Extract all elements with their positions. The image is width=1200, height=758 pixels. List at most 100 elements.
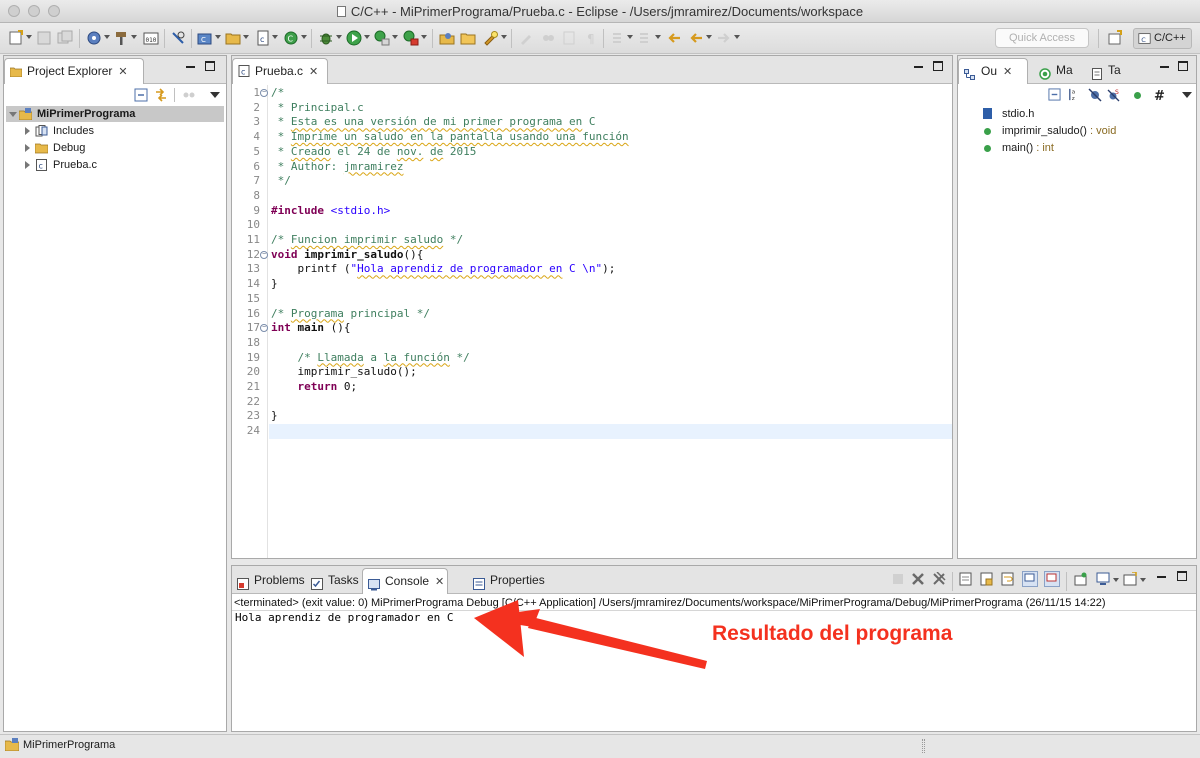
build-configurations-icon[interactable] bbox=[86, 30, 102, 46]
terminate-icon[interactable] bbox=[892, 573, 904, 585]
new-class-icon[interactable]: C bbox=[283, 30, 299, 46]
show-console-stdout-icon[interactable] bbox=[1022, 571, 1038, 587]
forward-dropdown-icon[interactable] bbox=[734, 35, 740, 39]
external-tools-dropdown-icon[interactable] bbox=[421, 35, 427, 39]
new-icon[interactable] bbox=[8, 30, 24, 46]
new-project-dropdown-icon[interactable] bbox=[215, 35, 221, 39]
build-dropdown-icon[interactable] bbox=[131, 35, 137, 39]
new-file-dropdown-icon[interactable] bbox=[272, 35, 278, 39]
word-wrap-icon[interactable] bbox=[1001, 572, 1015, 586]
block-selection-icon[interactable] bbox=[561, 30, 577, 46]
open-folder-icon[interactable] bbox=[460, 30, 476, 46]
collapsed-arrow-icon[interactable] bbox=[25, 161, 30, 169]
collapse-all-icon[interactable] bbox=[134, 88, 148, 102]
new-c-project-icon[interactable]: C bbox=[197, 30, 213, 46]
binary-icon[interactable]: 010 bbox=[143, 30, 159, 46]
view-menu-icon[interactable] bbox=[210, 92, 220, 98]
status-resize-handle[interactable] bbox=[922, 739, 925, 753]
tree-item[interactable]: MiPrimerPrograma bbox=[6, 106, 224, 122]
scroll-lock-icon[interactable] bbox=[980, 572, 994, 586]
close-tab-icon[interactable]: ✕ bbox=[309, 66, 318, 78]
pin-console-icon[interactable] bbox=[1074, 572, 1088, 586]
run-icon[interactable] bbox=[346, 30, 362, 46]
new-class-dropdown-icon[interactable] bbox=[301, 35, 307, 39]
external-tools-icon[interactable] bbox=[403, 30, 419, 46]
tab-properties[interactable]: Properties bbox=[468, 568, 548, 594]
forward-icon[interactable] bbox=[716, 30, 732, 46]
tab-console[interactable]: Console ✕ bbox=[362, 568, 448, 594]
previous-annotation-icon[interactable] bbox=[637, 30, 653, 46]
display-selected-console-icon[interactable] bbox=[1096, 572, 1110, 586]
open-type-icon[interactable] bbox=[439, 30, 455, 46]
hammer-build-icon[interactable] bbox=[113, 30, 129, 46]
hide-macros-icon[interactable]: # bbox=[1153, 88, 1167, 102]
tree-item[interactable]: c Prueba.c bbox=[6, 157, 224, 173]
tree-item[interactable]: Includes bbox=[6, 123, 224, 139]
c-cpp-perspective-button[interactable]: C C/C++ bbox=[1133, 28, 1192, 49]
remove-launch-icon[interactable] bbox=[911, 572, 925, 586]
outline-item[interactable]: main() : int bbox=[984, 140, 1054, 156]
tab-project-explorer[interactable]: Project Explorer ✕ bbox=[4, 58, 144, 84]
toggle-mark-icon[interactable] bbox=[540, 30, 556, 46]
tab-problems[interactable]: Problems bbox=[232, 568, 305, 594]
save-icon[interactable] bbox=[36, 30, 52, 46]
last-edit-location-icon[interactable] bbox=[666, 30, 682, 46]
previous-annotation-dropdown-icon[interactable] bbox=[655, 35, 661, 39]
back-dropdown-icon[interactable] bbox=[706, 35, 712, 39]
search-dropdown-icon[interactable] bbox=[501, 35, 507, 39]
search-flashlight-icon[interactable] bbox=[483, 30, 499, 46]
outline-item[interactable]: stdio.h bbox=[983, 106, 1034, 122]
new-dropdown-icon[interactable] bbox=[26, 35, 32, 39]
link-with-editor-icon[interactable] bbox=[154, 88, 168, 102]
new-folder-dropdown-icon[interactable] bbox=[243, 35, 249, 39]
tab-make-target[interactable]: Ma bbox=[1034, 58, 1080, 84]
hide-non-public-icon[interactable] bbox=[1134, 92, 1141, 99]
collapse-all-icon[interactable] bbox=[1048, 88, 1061, 101]
outline-item[interactable]: imprimir_saludo() : void bbox=[984, 123, 1116, 139]
next-annotation-icon[interactable] bbox=[610, 30, 626, 46]
maximize-view-icon[interactable] bbox=[205, 61, 215, 71]
collapsed-arrow-icon[interactable] bbox=[25, 144, 30, 152]
show-console-stderr-icon[interactable] bbox=[1044, 571, 1060, 587]
close-tab-icon[interactable]: ✕ bbox=[118, 66, 127, 78]
filter-icon[interactable] bbox=[182, 88, 196, 102]
minimize-view-icon[interactable] bbox=[1160, 66, 1169, 68]
new-source-folder-icon[interactable] bbox=[225, 30, 241, 46]
open-perspective-icon[interactable] bbox=[1107, 30, 1123, 46]
profile-dropdown-icon[interactable] bbox=[392, 35, 398, 39]
profile-icon[interactable] bbox=[374, 30, 390, 46]
minimize-view-icon[interactable] bbox=[1157, 576, 1166, 578]
tab-tasks[interactable]: Tasks bbox=[306, 568, 360, 594]
tab-task-list[interactable]: Ta bbox=[1086, 58, 1132, 84]
maximize-view-icon[interactable] bbox=[1177, 571, 1187, 581]
debug-bug-icon[interactable] bbox=[318, 30, 334, 46]
maximize-view-icon[interactable] bbox=[933, 61, 943, 71]
code-editor[interactable]: /* * Principal.c * Esta es una versión d… bbox=[232, 85, 952, 558]
show-whitespace-icon[interactable]: ¶ bbox=[583, 30, 599, 46]
build-config-dropdown-icon[interactable] bbox=[104, 35, 110, 39]
open-console-icon[interactable] bbox=[1123, 572, 1137, 586]
new-source-file-icon[interactable]: c bbox=[255, 30, 271, 46]
sort-az-icon[interactable]: az bbox=[1067, 87, 1082, 102]
debug-dropdown-icon[interactable] bbox=[336, 35, 342, 39]
edit-pencil-icon[interactable] bbox=[518, 30, 534, 46]
display-console-dropdown-icon[interactable] bbox=[1113, 578, 1119, 582]
close-tab-icon[interactable]: ✕ bbox=[1003, 66, 1012, 78]
collapsed-arrow-icon[interactable] bbox=[25, 127, 30, 135]
debug-search-icon[interactable] bbox=[170, 30, 186, 46]
maximize-view-icon[interactable] bbox=[1178, 61, 1188, 71]
tree-item[interactable]: Debug bbox=[6, 140, 224, 156]
quick-access-input[interactable]: Quick Access bbox=[995, 28, 1089, 48]
remove-all-terminated-icon[interactable] bbox=[932, 572, 946, 586]
minimize-view-icon[interactable] bbox=[186, 66, 195, 68]
back-icon[interactable] bbox=[688, 30, 704, 46]
tab-outline[interactable]: Ou ✕ bbox=[958, 58, 1028, 84]
save-all-icon[interactable] bbox=[57, 30, 73, 46]
run-dropdown-icon[interactable] bbox=[364, 35, 370, 39]
console-output[interactable]: Hola aprendiz de programador en C bbox=[235, 611, 454, 624]
hide-fields-icon[interactable] bbox=[1088, 88, 1102, 102]
expanded-arrow-icon[interactable] bbox=[9, 112, 17, 117]
clear-console-icon[interactable] bbox=[959, 572, 973, 586]
hide-static-icon[interactable]: S bbox=[1107, 88, 1121, 102]
open-console-dropdown-icon[interactable] bbox=[1140, 578, 1146, 582]
